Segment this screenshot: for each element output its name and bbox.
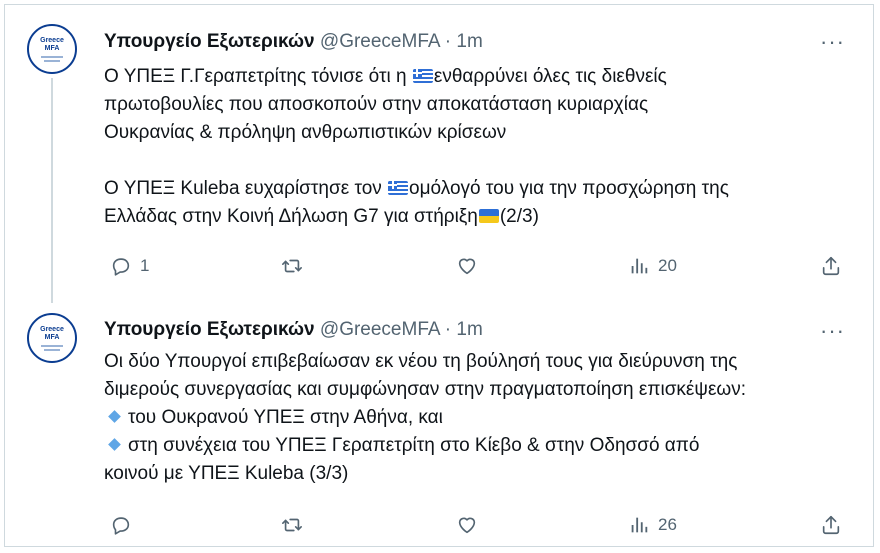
- text-segment: (2/3): [499, 206, 539, 227]
- small-blue-diamond-icon: [108, 410, 121, 423]
- text-line: Ελλάδας στην Κοινή Δήλωση G7 για στήριξη…: [104, 203, 864, 231]
- reply-button[interactable]: [110, 510, 140, 540]
- text-segment: στη συνέχεια του ΥΠΕΞ Γεραπετρίτη στο Κί…: [128, 435, 700, 456]
- paragraph-break: [104, 147, 864, 175]
- like-button[interactable]: [456, 251, 486, 281]
- views-count: 20: [658, 256, 677, 275]
- text-segment: ενθαρρύνει όλες τις διεθνείς: [433, 66, 667, 87]
- reply-icon: [112, 517, 130, 535]
- author-handle[interactable]: @GreeceMFA: [320, 319, 440, 340]
- small-blue-diamond-icon: [108, 438, 121, 451]
- avatar-logo-line: [44, 59, 60, 62]
- tweet-actions: 1 20: [104, 251, 849, 281]
- avatar-logo-line: [41, 344, 63, 347]
- text-line: διμερούς συνεργασίας και συμφώνησαν στην…: [104, 379, 747, 400]
- text-line: Ο ΥΠΕΞ Γ.Γεραπετρίτης τόνισε ότι η ενθαρ…: [104, 63, 864, 91]
- share-button[interactable]: [820, 510, 842, 540]
- retweet-icon: [282, 259, 302, 273]
- avatar[interactable]: Greece MFA: [27, 313, 77, 363]
- text-segment: ομόλογό του για την προσχώρηση της: [409, 178, 729, 199]
- reply-button[interactable]: 1: [110, 251, 149, 281]
- views-bar-chart-icon: [631, 258, 648, 274]
- more-options-icon[interactable]: ···: [820, 31, 845, 53]
- ukraine-flag-icon: [478, 209, 499, 223]
- views-count: 26: [658, 515, 677, 534]
- share-icon: [822, 515, 840, 535]
- text-line: του Ουκρανού ΥΠΕΞ στην Αθήνα, και: [104, 404, 864, 432]
- greece-flag-icon: [388, 181, 409, 195]
- avatar-logo-line: [44, 348, 60, 351]
- text-line: πρωτοβουλίες που αποσκοπούν στην αποκατά…: [104, 94, 649, 115]
- retweet-button[interactable]: [280, 510, 312, 540]
- text-segment: Ελλάδας στην Κοινή Δήλωση G7 για στήριξη: [104, 206, 478, 227]
- author-handle[interactable]: @GreeceMFA: [320, 31, 440, 52]
- avatar-logo-text-top: Greece: [40, 325, 64, 333]
- timestamp[interactable]: 1m: [456, 31, 482, 52]
- separator-dot: ·: [444, 31, 452, 52]
- avatar-logo-text-top: Greece: [40, 36, 64, 44]
- avatar[interactable]: Greece MFA: [27, 24, 77, 74]
- thread-connector-line: [51, 78, 53, 303]
- tweet-2-of-3[interactable]: Greece MFA Υπουργείο Εξωτερικών @GreeceM…: [5, 5, 873, 303]
- tweet-text: Οι δύο Υπουργοί επιβεβαίωσαν εκ νέου τη …: [104, 348, 864, 488]
- tweet-text: Ο ΥΠΕΞ Γ.Γεραπετρίτης τόνισε ότι η ενθαρ…: [104, 63, 864, 231]
- author-name[interactable]: Υπουργείο Εξωτερικών: [104, 319, 315, 340]
- more-options-icon[interactable]: ···: [820, 320, 845, 342]
- retweet-icon: [282, 518, 302, 532]
- share-icon: [822, 256, 840, 276]
- author-name[interactable]: Υπουργείο Εξωτερικών: [104, 31, 315, 52]
- retweet-button[interactable]: [280, 251, 312, 281]
- avatar-logo-text-bottom: MFA: [44, 333, 60, 341]
- separator-dot: ·: [444, 319, 452, 340]
- tweet-header: Υπουργείο Εξωτερικών @GreeceMFA · 1m: [104, 318, 483, 342]
- avatar-logo-text-bottom: MFA: [44, 44, 60, 52]
- text-segment: Ο ΥΠΕΞ Kuleba ευχαρίστησε τον: [104, 178, 388, 199]
- reply-icon: [112, 258, 130, 276]
- tweet-thread: Greece MFA Υπουργείο Εξωτερικών @GreeceM…: [4, 4, 874, 547]
- like-button[interactable]: [456, 510, 486, 540]
- text-line: κοινού με ΥΠΕΞ Kuleba (3/3): [104, 463, 349, 484]
- views-button[interactable]: 20: [628, 251, 677, 281]
- avatar-logo-line: [41, 55, 63, 58]
- share-button[interactable]: [820, 251, 842, 281]
- tweet-header: Υπουργείο Εξωτερικών @GreeceMFA · 1m: [104, 30, 483, 54]
- greece-flag-icon: [412, 69, 433, 83]
- timestamp[interactable]: 1m: [456, 319, 482, 340]
- tweet-actions: 26: [104, 510, 849, 540]
- views-button[interactable]: 26: [628, 510, 677, 540]
- views-bar-chart-icon: [631, 517, 648, 533]
- reply-count: 1: [140, 256, 150, 275]
- heart-icon: [458, 517, 476, 534]
- text-line: Οι δύο Υπουργοί επιβεβαίωσαν εκ νέου τη …: [104, 351, 738, 372]
- heart-icon: [458, 258, 476, 275]
- text-segment: του Ουκρανού ΥΠΕΞ στην Αθήνα, και: [128, 407, 443, 428]
- text-line: στη συνέχεια του ΥΠΕΞ Γεραπετρίτη στο Κί…: [104, 432, 864, 460]
- text-line: Ουκρανίας & πρόληψη ανθρωπιστικών κρίσεω…: [104, 122, 507, 143]
- text-line: Ο ΥΠΕΞ Kuleba ευχαρίστησε τον ομόλογό το…: [104, 175, 864, 203]
- text-segment: Ο ΥΠΕΞ Γ.Γεραπετρίτης τόνισε ότι η: [104, 66, 412, 87]
